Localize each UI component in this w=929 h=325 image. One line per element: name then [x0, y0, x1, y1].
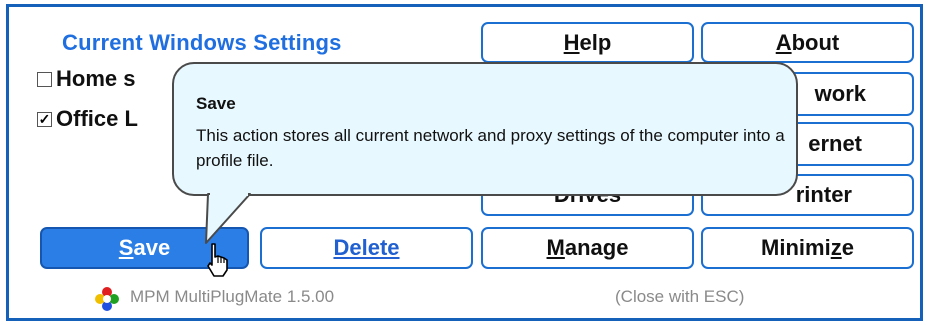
- profile-checkbox-home[interactable]: Home s: [37, 66, 135, 92]
- profile-checkbox-office[interactable]: ✓ Office L: [37, 106, 138, 132]
- about-button[interactable]: About: [701, 22, 914, 63]
- manage-button[interactable]: Manage: [481, 227, 694, 269]
- save-tooltip: Save This action stores all current netw…: [172, 62, 798, 196]
- tooltip-body: This action stores all current network a…: [196, 126, 785, 170]
- hand-cursor-icon: [207, 243, 228, 277]
- tooltip-title: Save: [196, 94, 236, 113]
- minimize-button[interactable]: Minimize: [701, 227, 914, 269]
- checkbox-unchecked-icon[interactable]: [37, 71, 52, 87]
- page-title: Current Windows Settings: [62, 30, 342, 55]
- delete-button[interactable]: Delete: [260, 227, 473, 269]
- app-version-text: MPM MultiPlugMate 1.5.00: [130, 287, 335, 306]
- profile-label-office: Office L: [56, 106, 138, 131]
- help-button[interactable]: Help: [481, 22, 694, 63]
- multiplugmate-logo-icon: [95, 287, 119, 311]
- checkbox-checked-icon[interactable]: ✓: [37, 111, 52, 127]
- profile-label-home: Home s: [56, 66, 136, 91]
- close-hint-text: (Close with ESC): [615, 287, 745, 306]
